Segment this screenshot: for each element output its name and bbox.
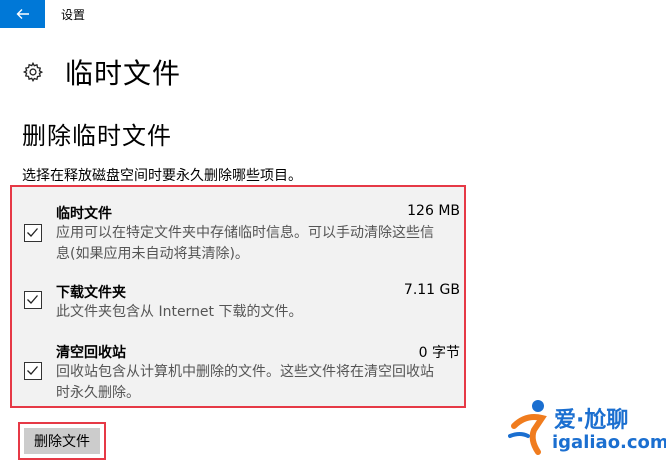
item-name: 清空回收站 — [56, 345, 126, 361]
item-size: 0 字节 — [418, 345, 460, 361]
item-name: 临时文件 — [56, 206, 112, 222]
site-watermark: 爱·尬聊 igaliao.com — [508, 396, 666, 462]
page-description: 选择在释放磁盘空间时要永久删除哪些项目。 — [22, 168, 302, 184]
item-description: 回收站包含从计算机中删除的文件。这些文件将在清空回收站 时永久删除。 — [56, 364, 434, 401]
page-header: 临时文件 — [22, 52, 181, 92]
checkmark-icon — [27, 228, 38, 237]
delete-button-highlight: 删除文件 — [18, 422, 106, 460]
section-title: 删除临时文件 — [22, 122, 172, 150]
checkmark-icon — [27, 366, 38, 375]
recycle-bin-checkbox[interactable] — [24, 362, 42, 380]
back-button[interactable] — [0, 0, 45, 28]
temp-files-checkbox[interactable] — [24, 224, 42, 242]
window-title: 设置 — [61, 8, 86, 22]
arrow-left-icon — [16, 9, 29, 19]
gear-icon — [22, 61, 44, 83]
watermark-cn: 爱·尬聊 — [554, 408, 629, 433]
page-title: 临时文件 — [65, 57, 182, 90]
title-bar: 设置 — [0, 0, 666, 28]
watermark-en: igaliao.com — [552, 432, 666, 453]
item-description: 应用可以在特定文件夹中存储临时信息。可以手动清除这些信 息(如果应用未自动将其清… — [56, 225, 434, 262]
temp-files-list: 临时文件 126 MB 应用可以在特定文件夹中存储临时信息。可以手动清除这些信 … — [10, 185, 466, 408]
item-description: 此文件夹包含从 Internet 下载的文件。 — [56, 304, 303, 320]
item-name: 下载文件夹 — [56, 285, 126, 301]
runner-logo-icon — [508, 400, 547, 455]
delete-files-button[interactable]: 删除文件 — [24, 428, 100, 454]
checkmark-icon — [27, 295, 38, 304]
downloads-checkbox[interactable] — [24, 291, 42, 309]
item-size: 7.11 GB — [403, 282, 460, 298]
item-size: 126 MB — [407, 203, 460, 219]
